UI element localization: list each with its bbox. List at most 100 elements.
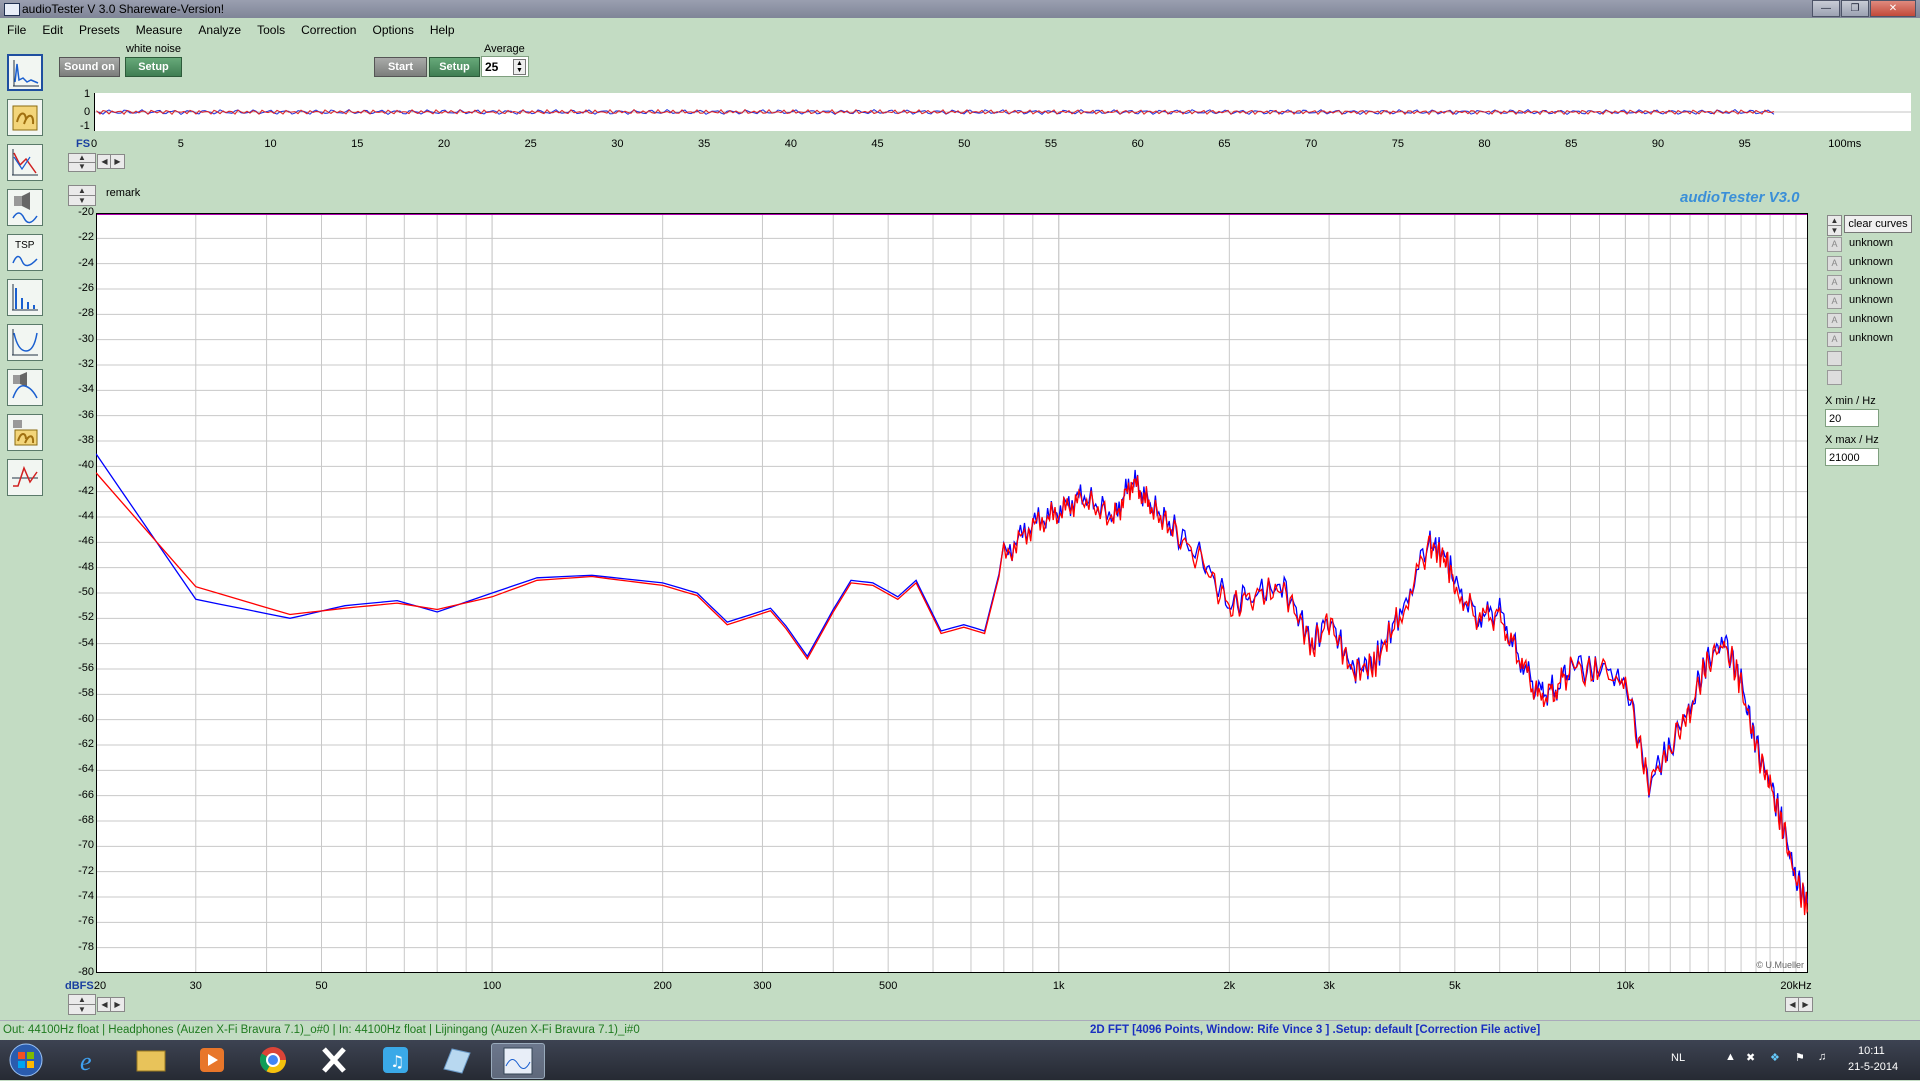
window-controls: — ❐ ✕	[1811, 0, 1916, 17]
restore-button[interactable]: ❐	[1841, 0, 1869, 17]
xmin-input[interactable]: 20	[1825, 409, 1879, 427]
tool-filter[interactable]	[7, 324, 43, 361]
language-indicator[interactable]: NL	[1671, 1052, 1685, 1064]
time-domain-plot	[94, 93, 1911, 131]
tool-speaker-response[interactable]	[7, 369, 43, 406]
y-tick: -34	[78, 383, 94, 396]
speaker-response-icon	[12, 372, 38, 399]
tray-tool-icon[interactable]: ✖	[1746, 1051, 1755, 1064]
x-tick: 1k	[1052, 980, 1065, 992]
menu-bar: File Edit Presets Measure Analyze Tools …	[0, 21, 1920, 40]
tool-frequency-response[interactable]	[7, 144, 43, 181]
menu-edit[interactable]: Edit	[34, 21, 71, 40]
curve-toggle-box[interactable]: A	[1827, 294, 1842, 309]
speaker-icon	[12, 192, 38, 224]
clock-date[interactable]: 21-5-2014	[1848, 1061, 1898, 1073]
x-zoom-down-button[interactable]: ▼	[68, 1004, 96, 1015]
x-scroll-right-right-button[interactable]: ▶	[1798, 997, 1813, 1012]
legend-item[interactable]: Aunknown	[1827, 236, 1920, 252]
tray-arrow-icon[interactable]: ▲	[1725, 1051, 1736, 1063]
xmax-input[interactable]: 21000	[1825, 448, 1879, 466]
legend-item[interactable]: Aunknown	[1827, 274, 1920, 290]
tool-generator-2[interactable]	[7, 414, 43, 451]
mini-x-prefix: FS	[76, 138, 91, 150]
legend-label: unknown	[1849, 256, 1894, 268]
itunes-icon[interactable]: ♫	[369, 1043, 421, 1077]
curve-toggle-box[interactable]: A	[1827, 256, 1842, 271]
tool-fft-analyzer[interactable]	[7, 54, 43, 91]
tool-oscilloscope[interactable]	[7, 459, 43, 496]
menu-file[interactable]: File	[0, 21, 34, 40]
curve-toggle-box[interactable]: A	[1827, 332, 1842, 347]
mini-x-tick: 15	[351, 138, 364, 150]
start-orb-icon[interactable]	[6, 1042, 46, 1078]
tool-speaker-measure[interactable]	[7, 189, 43, 226]
y-tick: -54	[78, 636, 94, 649]
mini-zoom-down-button[interactable]: ▼	[68, 162, 96, 172]
sound-on-button[interactable]: Sound on	[59, 57, 120, 77]
curve-toggle-box[interactable]	[1827, 370, 1842, 385]
app-icon	[4, 3, 20, 16]
analyzer-setup-button[interactable]: Setup	[429, 57, 480, 77]
y-tick: -56	[78, 662, 94, 674]
average-spinbox[interactable]: 25 ▲ ▼	[481, 56, 529, 77]
menu-presets[interactable]: Presets	[71, 21, 128, 40]
menu-tools[interactable]: Tools	[249, 21, 293, 40]
mini-scroll-right-button[interactable]: ▶	[110, 154, 125, 169]
internet-explorer-icon[interactable]: e	[64, 1043, 116, 1077]
tool-tsp[interactable]: TSP	[7, 234, 43, 271]
legend-down-button[interactable]: ▼	[1827, 225, 1842, 236]
main-zoom-down-button[interactable]: ▼	[68, 195, 96, 206]
fft-plot-area[interactable]: © U.Mueller	[96, 213, 1808, 973]
y-tick: -72	[78, 864, 94, 877]
menu-options[interactable]: Options	[364, 21, 421, 40]
generator-setup-button[interactable]: Setup	[125, 57, 182, 77]
tray-volume-icon[interactable]: ♫	[1818, 1051, 1826, 1063]
close-button[interactable]: ✕	[1870, 0, 1916, 17]
legend-item[interactable]: Aunknown	[1827, 293, 1920, 309]
curve-toggle-box[interactable]: A	[1827, 237, 1842, 252]
mini-x-tick: 60	[1131, 138, 1144, 150]
minimize-button[interactable]: —	[1812, 0, 1840, 17]
app-x-icon[interactable]	[308, 1043, 360, 1077]
start-button[interactable]: Start	[374, 57, 427, 77]
legend-item-empty[interactable]	[1827, 350, 1920, 366]
menu-correction[interactable]: Correction	[293, 21, 364, 40]
mini-x-tick: 65	[1218, 138, 1231, 150]
title-bar: audioTester V 3.0 Shareware-Version! — ❐…	[0, 0, 1920, 18]
curve-toggle-box[interactable]: A	[1827, 313, 1842, 328]
clear-curves-button[interactable]: clear curves	[1844, 215, 1912, 233]
legend-item-empty[interactable]	[1827, 369, 1920, 385]
menu-help[interactable]: Help	[422, 21, 463, 40]
average-label: Average	[484, 43, 525, 55]
x-scroll-right-button[interactable]: ▶	[110, 997, 125, 1012]
legend-label: unknown	[1849, 294, 1894, 306]
y-tick: -50	[78, 586, 94, 598]
curve-toggle-box[interactable]: A	[1827, 275, 1842, 290]
tool-thd[interactable]	[7, 279, 43, 316]
menu-measure[interactable]: Measure	[128, 21, 191, 40]
media-player-icon[interactable]	[186, 1043, 238, 1077]
legend-item[interactable]: Aunknown	[1827, 312, 1920, 328]
tool-generator[interactable]	[7, 99, 43, 136]
legend-label: unknown	[1849, 332, 1894, 344]
tray-dropbox-icon[interactable]: ❖	[1770, 1051, 1780, 1064]
clock-time[interactable]: 10:11	[1858, 1045, 1885, 1057]
remark-label[interactable]: remark	[106, 187, 140, 199]
mini-x-tick: 95	[1738, 138, 1751, 150]
audiotester-taskbar-icon[interactable]	[491, 1043, 545, 1079]
xmax-label: X max / Hz	[1825, 434, 1879, 446]
y-tick: -26	[78, 282, 94, 294]
status-io-info: Out: 44100Hz float | Headphones (Auzen X…	[3, 1024, 640, 1036]
fft-curve-blue	[96, 453, 1808, 906]
y-tick: -24	[78, 256, 94, 269]
legend-item[interactable]: Aunknown	[1827, 331, 1920, 347]
spin-arrows-icon[interactable]: ▲ ▼	[513, 59, 526, 75]
curve-toggle-box[interactable]	[1827, 351, 1842, 366]
tray-flag-icon[interactable]: ⚑	[1795, 1051, 1805, 1064]
menu-analyze[interactable]: Analyze	[190, 21, 249, 40]
file-explorer-icon[interactable]	[125, 1043, 177, 1077]
chrome-icon[interactable]	[247, 1043, 299, 1077]
notes-app-icon[interactable]	[430, 1043, 482, 1077]
legend-item[interactable]: Aunknown	[1827, 255, 1920, 271]
